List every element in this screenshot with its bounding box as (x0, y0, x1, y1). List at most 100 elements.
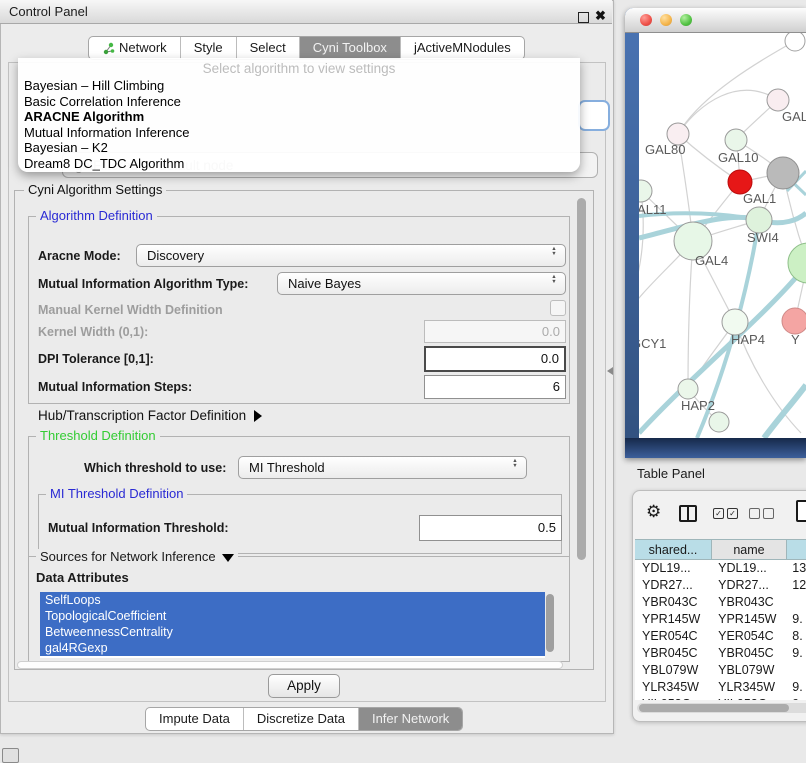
apply-button[interactable]: Apply (268, 674, 340, 698)
network-node-gray[interactable] (767, 157, 799, 189)
inference-algorithm-combobox[interactable] (578, 100, 610, 131)
table-row[interactable]: YBL079WYBL079W (635, 662, 806, 679)
column-header-shared[interactable]: shared... (635, 539, 712, 560)
node-label: HAP2 (681, 398, 715, 413)
network-node[interactable] (782, 308, 806, 334)
data-attributes-list: SelfLoops TopologicalCoefficient Between… (40, 592, 545, 658)
network-node[interactable] (767, 89, 789, 111)
network-node[interactable] (709, 412, 729, 432)
column-header-clipped[interactable] (787, 539, 806, 560)
column-header-name[interactable]: name (712, 539, 787, 560)
network-canvas[interactable]: GAL GAL80 GAL10 GAL1 GAL11 SWI4 GAL4 GCY… (639, 33, 806, 438)
table-row[interactable]: YER054CYER054C8. (635, 628, 806, 645)
list-item[interactable]: SelfLoops (40, 592, 545, 608)
network-window-frame-bottom (625, 438, 806, 458)
list-item[interactable]: gal4RGexp (40, 640, 545, 656)
network-view-window: GAL GAL80 GAL10 GAL1 GAL11 SWI4 GAL4 GCY… (625, 8, 806, 458)
settings-vertical-scrollbar[interactable] (577, 198, 586, 560)
minimized-panel-icon[interactable] (2, 748, 19, 763)
pane-collapse-handle[interactable] (607, 367, 613, 375)
table-row[interactable]: YBR045CYBR045C9. (635, 645, 806, 662)
which-threshold-combobox[interactable]: MI Threshold ▲▼ (238, 456, 527, 479)
menu-item-bayesian-k2[interactable]: Bayesian – K2 (18, 140, 580, 156)
gear-icon[interactable]: ⚙ (646, 502, 661, 522)
dpi-tolerance-field[interactable]: 0.0 (424, 346, 566, 372)
table-body: YDL19...YDL19...13 YDR27...YDR27...12 YB… (635, 560, 806, 700)
network-window-titlebar (625, 8, 806, 33)
node-label: HAP4 (731, 332, 765, 347)
algorithm-placeholder: Select algorithm to view settings (18, 61, 580, 78)
menu-item-basic-correlation[interactable]: Basic Correlation Inference (18, 94, 580, 110)
tab-impute-data[interactable]: Impute Data (146, 708, 243, 730)
table-row[interactable]: YDR27...YDR27...12 (635, 577, 806, 594)
tab-jactivemnodules[interactable]: jActiveMNodules (400, 37, 524, 59)
minimize-traffic-button[interactable] (660, 14, 672, 26)
expand-right-icon (254, 410, 262, 422)
kernel-width-field[interactable]: 0.0 (424, 320, 566, 343)
float-window-icon[interactable] (578, 12, 589, 23)
threshold-definition-title: Threshold Definition (36, 429, 160, 443)
node-label: GAL11 (639, 202, 667, 217)
control-panel-title: Control Panel (9, 4, 88, 19)
settings-group-title: Cyni Algorithm Settings (24, 183, 166, 197)
manual-kernel-label: Manual Kernel Width Definition (38, 303, 223, 317)
menu-item-dream8[interactable]: Dream8 DC_TDC Algorithm (18, 156, 580, 172)
node-label: GAL4 (695, 253, 728, 268)
close-icon[interactable]: ✖ (595, 8, 606, 24)
table-row[interactable]: YPR145WYPR145W9. (635, 611, 806, 628)
table-panel-window: ⚙ ✓✓ shared... name YDL19...YDL19...13 Y… (632, 490, 806, 722)
table-row[interactable]: YBR043CYBR043C (635, 594, 806, 611)
network-node[interactable] (788, 243, 806, 283)
table-panel-title: Table Panel (637, 466, 705, 481)
node-label: GCY1 (639, 336, 666, 351)
tab-discretize-data[interactable]: Discretize Data (243, 708, 358, 730)
which-threshold-label: Which threshold to use: (84, 461, 226, 475)
table-row[interactable]: YIL052CYIL052C9. (635, 696, 806, 700)
control-panel-tabs: Network Style Select Cyni Toolbox jActiv… (88, 36, 525, 60)
mi-steps-field[interactable]: 6 (424, 375, 566, 399)
tab-infer-network[interactable]: Infer Network (358, 708, 462, 730)
mi-threshold-group-title: MI Threshold Definition (46, 487, 187, 501)
network-node[interactable] (785, 33, 805, 51)
hub-definition-toggle[interactable]: Hub/Transcription Factor Definition (38, 408, 262, 423)
table-horizontal-scrollbar[interactable] (637, 703, 806, 713)
menu-item-mutual-information[interactable]: Mutual Information Inference (18, 125, 580, 141)
split-columns-icon[interactable] (679, 505, 697, 522)
network-graph: GAL GAL80 GAL10 GAL1 GAL11 SWI4 GAL4 GCY… (639, 33, 806, 438)
tab-network[interactable]: Network (89, 37, 180, 59)
tab-style[interactable]: Style (180, 37, 236, 59)
node-label: GAL80 (645, 142, 685, 157)
list-item[interactable]: TopologicalCoefficient (40, 608, 545, 624)
close-traffic-button[interactable] (640, 14, 652, 26)
combo-spinner-icon: ▲▼ (550, 247, 558, 256)
deselect-all-checks-icon[interactable] (749, 508, 777, 526)
control-panel-titlebar: Control Panel (0, 0, 612, 24)
algorithm-definition-title: Algorithm Definition (36, 209, 157, 223)
combo-spinner-icon: ▲▼ (550, 275, 558, 284)
table-row[interactable]: YLR345WYLR345W9. (635, 679, 806, 696)
mi-type-combobox[interactable]: Naive Bayes ▲▼ (277, 272, 566, 295)
new-table-icon[interactable] (796, 500, 806, 522)
mi-type-label: Mutual Information Algorithm Type: (38, 277, 248, 291)
list-item[interactable]: BetweennessCentrality (40, 624, 545, 640)
aracne-mode-combobox[interactable]: Discovery ▲▼ (136, 244, 566, 267)
node-label: GAL10 (718, 150, 758, 165)
zoom-traffic-button[interactable] (680, 14, 692, 26)
table-row[interactable]: YDL19...YDL19...13 (635, 560, 806, 577)
network-node-hap2[interactable] (678, 379, 698, 399)
tab-cyni-toolbox[interactable]: Cyni Toolbox (299, 37, 400, 59)
sources-toggle[interactable]: Sources for Network Inference (36, 549, 238, 564)
list-vertical-scrollbar[interactable] (546, 594, 554, 652)
menu-item-aracne[interactable]: ARACNE Algorithm (18, 109, 580, 125)
network-node-gal11[interactable] (639, 180, 652, 202)
tab-select[interactable]: Select (236, 37, 299, 59)
manual-kernel-checkbox[interactable] (550, 300, 566, 316)
network-node-gal10[interactable] (725, 129, 747, 151)
menu-item-bayesian-hill-climbing[interactable]: Bayesian – Hill Climbing (18, 78, 580, 94)
aracne-mode-label: Aracne Mode: (38, 249, 121, 263)
expand-down-icon (222, 554, 234, 562)
mi-threshold-field[interactable]: 0.5 (419, 515, 562, 541)
node-label: GAL (782, 109, 806, 124)
settings-horizontal-scrollbar[interactable] (17, 661, 563, 669)
select-all-checks-icon[interactable]: ✓✓ (713, 508, 741, 526)
